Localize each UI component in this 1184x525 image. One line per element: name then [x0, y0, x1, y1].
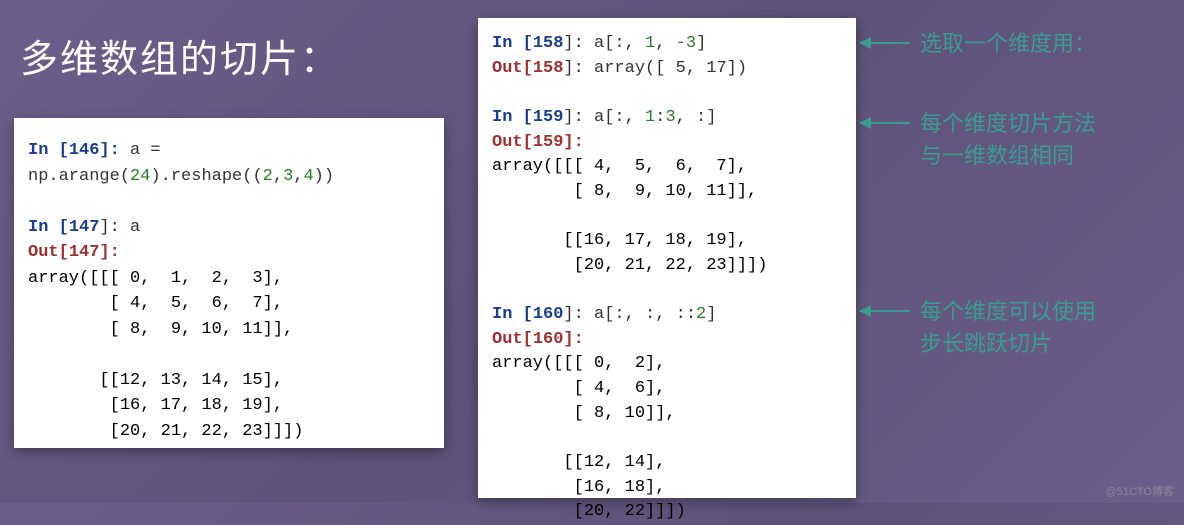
out-prompt: Out[159]:	[492, 133, 584, 152]
annotation-2: 每个维度切片方法 与一维数组相同	[920, 108, 1096, 172]
in-147: In [147]: a	[28, 215, 430, 241]
in-prompt: In [146]:	[28, 141, 130, 160]
in-prompt: In [159	[492, 108, 563, 127]
in-146: In [146]: a = np.arange(24).reshape((2,3…	[28, 138, 430, 189]
out-147-prompt: Out[147]:	[28, 240, 430, 266]
in-prompt: In [158	[492, 34, 563, 53]
watermark: @51CTO博客	[1106, 483, 1174, 499]
arrow-icon	[860, 310, 910, 312]
out-159-prompt: Out[159]:	[492, 131, 842, 156]
arrow-icon	[860, 42, 910, 44]
left-code-panel: In [146]: a = np.arange(24).reshape((2,3…	[14, 118, 444, 448]
out-159-body: array([[[ 4, 5, 6, 7], [ 8, 9, 10, 11]],…	[492, 155, 842, 278]
page-title: 多维数组的切片：	[20, 28, 340, 84]
in-prompt: In [147	[28, 218, 99, 237]
right-code-panel: In [158]: a[:, 1, -3] Out[158]: array([ …	[478, 18, 856, 498]
out-prompt: Out[158	[492, 59, 563, 78]
out-147-body: array([[[ 0, 1, 2, 3], [ 4, 5, 6, 7], [ …	[28, 266, 430, 445]
out-158: Out[158]: array([ 5, 17])	[492, 57, 842, 82]
in-159: In [159]: a[:, 1:3, :]	[492, 106, 842, 131]
out-160-body: array([[[ 0, 2], [ 4, 6], [ 8, 10]], [[1…	[492, 352, 842, 524]
annotation-3: 每个维度可以使用 步长跳跃切片	[920, 296, 1096, 360]
out-prompt: Out[147]:	[28, 243, 120, 262]
in-160: In [160]: a[:, :, ::2]	[492, 303, 842, 328]
arrow-icon	[860, 122, 910, 124]
annotation-1: 选取一个维度用：	[920, 28, 1096, 60]
out-160-prompt: Out[160]:	[492, 328, 842, 353]
in-prompt: In [160	[492, 305, 563, 324]
out-prompt: Out[160]:	[492, 330, 584, 349]
in-158: In [158]: a[:, 1, -3]	[492, 32, 842, 57]
